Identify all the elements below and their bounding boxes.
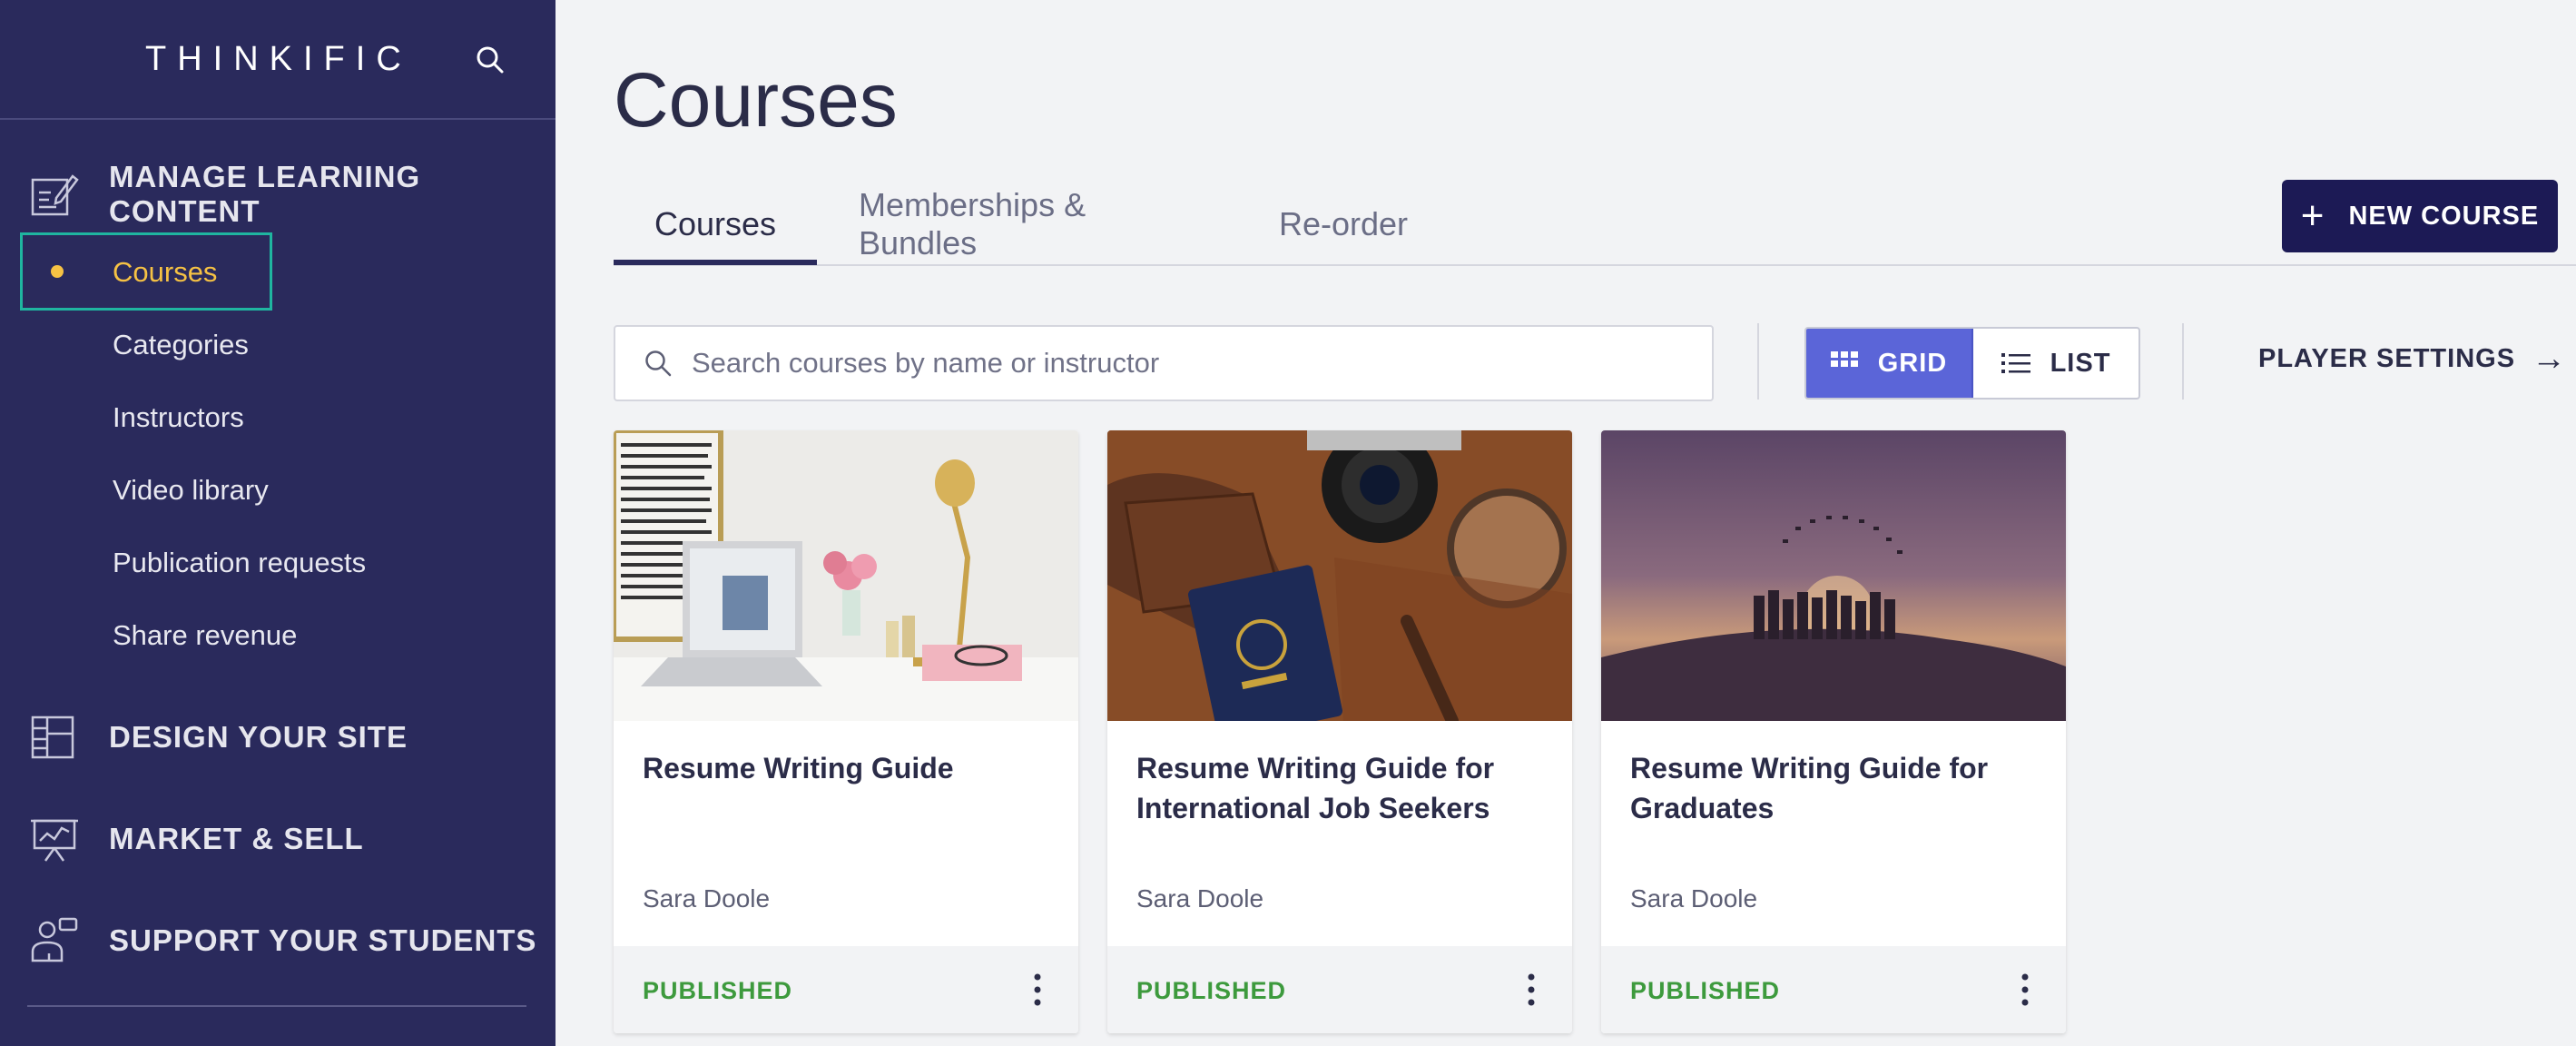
sidebar-item-courses[interactable]: Courses bbox=[113, 256, 217, 289]
player-settings-link[interactable]: PLAYER SETTINGS → bbox=[2258, 341, 2567, 376]
edit-content-icon bbox=[29, 169, 80, 220]
more-options-icon[interactable] bbox=[1518, 966, 1545, 1013]
search-icon[interactable] bbox=[474, 44, 506, 76]
sidebar-section-design-your-site[interactable]: DESIGN YOUR SITE bbox=[29, 712, 408, 763]
sidebar-item-video-library[interactable]: Video library bbox=[113, 474, 269, 507]
presentation-chart-icon bbox=[29, 814, 80, 864]
sidebar-item-publication-requests[interactable]: Publication requests bbox=[113, 547, 366, 579]
tab-re-order[interactable]: Re-order bbox=[1262, 182, 1425, 267]
list-icon bbox=[2001, 353, 2030, 373]
course-card-footer: PUBLISHED bbox=[1107, 946, 1572, 1033]
course-thumbnail[interactable] bbox=[1107, 430, 1572, 721]
course-thumbnail[interactable] bbox=[1601, 430, 2066, 721]
page-title: Courses bbox=[614, 57, 898, 143]
sidebar: THINKIFIC MANAGE LEARNING CONTENT Course… bbox=[0, 0, 556, 1046]
more-options-icon[interactable] bbox=[1024, 966, 1051, 1013]
sidebar-section-support-your-students[interactable]: SUPPORT YOUR STUDENTS bbox=[29, 915, 536, 966]
course-instructor: Sara Doole bbox=[643, 884, 771, 913]
view-toggle: GRID LIST bbox=[1804, 327, 2140, 400]
grid-label: GRID bbox=[1877, 348, 1948, 378]
new-course-label: NEW COURSE bbox=[2348, 201, 2540, 231]
course-title[interactable]: Resume Writing Guide for Graduates bbox=[1630, 748, 2039, 828]
sidebar-section-label: SUPPORT YOUR STUDENTS bbox=[109, 923, 537, 957]
grid-view-button[interactable]: GRID bbox=[1806, 329, 1973, 398]
status-badge: PUBLISHED bbox=[1630, 977, 1781, 1004]
sidebar-divider bbox=[27, 1005, 526, 1007]
sidebar-item-instructors[interactable]: Instructors bbox=[113, 401, 244, 434]
course-card[interactable]: Resume Writing Guide Sara Doole PUBLISHE… bbox=[614, 430, 1078, 1033]
course-instructor: Sara Doole bbox=[1630, 884, 1758, 913]
sidebar-section-market-and-sell[interactable]: MARKET & SELL bbox=[29, 814, 364, 864]
status-badge: PUBLISHED bbox=[1136, 977, 1287, 1004]
more-options-icon[interactable] bbox=[2011, 966, 2039, 1013]
toolbar-divider bbox=[1757, 323, 1759, 400]
course-title[interactable]: Resume Writing Guide for International J… bbox=[1136, 748, 1545, 828]
layout-icon bbox=[29, 712, 80, 763]
status-badge: PUBLISHED bbox=[643, 977, 793, 1004]
tab-courses[interactable]: Courses bbox=[614, 182, 817, 267]
students-icon bbox=[29, 915, 80, 966]
arrow-right-icon: → bbox=[2532, 340, 2568, 378]
list-view-button[interactable]: LIST bbox=[1973, 329, 2138, 398]
grid-icon bbox=[1830, 351, 1858, 367]
sidebar-divider bbox=[0, 118, 556, 120]
active-indicator-dot bbox=[51, 265, 64, 278]
course-instructor: Sara Doole bbox=[1136, 884, 1264, 913]
toolbar-divider bbox=[2182, 323, 2184, 400]
course-search-box[interactable] bbox=[614, 325, 1714, 401]
search-input[interactable] bbox=[692, 347, 1690, 380]
new-course-button[interactable]: + NEW COURSE bbox=[2282, 180, 2558, 252]
course-title[interactable]: Resume Writing Guide bbox=[643, 748, 1051, 788]
course-thumbnail[interactable] bbox=[614, 430, 1078, 721]
tab-memberships-bundles[interactable]: Memberships & Bundles bbox=[859, 182, 1204, 267]
brand-logo[interactable]: THINKIFIC bbox=[145, 40, 412, 79]
sidebar-section-label: DESIGN YOUR SITE bbox=[109, 720, 408, 754]
sidebar-item-categories[interactable]: Categories bbox=[113, 329, 249, 361]
sidebar-section-label: MARKET & SELL bbox=[109, 822, 364, 855]
course-card[interactable]: Resume Writing Guide for Graduates Sara … bbox=[1601, 430, 2066, 1033]
course-card[interactable]: Resume Writing Guide for International J… bbox=[1107, 430, 1572, 1033]
sidebar-section-manage-learning-content[interactable]: MANAGE LEARNING CONTENT bbox=[29, 160, 556, 229]
sidebar-section-label: MANAGE LEARNING CONTENT bbox=[109, 160, 421, 228]
search-icon bbox=[643, 348, 673, 379]
list-label: LIST bbox=[2050, 348, 2111, 378]
sidebar-item-share-revenue[interactable]: Share revenue bbox=[113, 619, 297, 652]
player-settings-label: PLAYER SETTINGS bbox=[2258, 343, 2516, 373]
active-tab-indicator bbox=[614, 260, 817, 265]
plus-icon: + bbox=[2300, 193, 2325, 238]
course-card-footer: PUBLISHED bbox=[614, 946, 1078, 1033]
course-card-footer: PUBLISHED bbox=[1601, 946, 2066, 1033]
tab-divider bbox=[614, 264, 2576, 266]
